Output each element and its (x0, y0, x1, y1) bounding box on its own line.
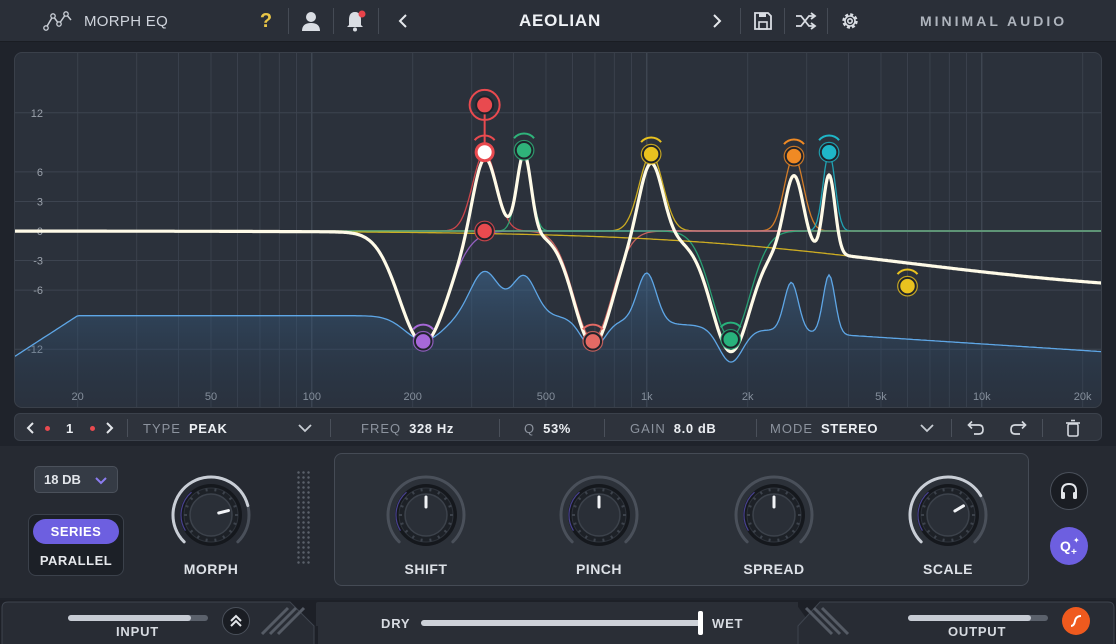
control-panel: 18 DB SERIES PARALLEL MORPH SHIFT PINCH … (0, 446, 1116, 598)
q-value: 53% (543, 420, 571, 436)
db-tick-label: 12 (31, 108, 43, 120)
routing-toggle: SERIES PARALLEL (28, 514, 124, 576)
type-value: PEAK (188, 420, 228, 436)
band-node-6[interactable] (412, 323, 434, 352)
band-node-8[interactable] (719, 321, 742, 350)
slope-value: 18 DB (44, 472, 81, 487)
user-icon[interactable] (298, 0, 324, 42)
band-number[interactable]: 1 (66, 414, 74, 442)
db-tick-label: 6 (37, 167, 43, 179)
band-node-7[interactable] (582, 323, 604, 352)
mode-dropdown-icon[interactable] (919, 414, 935, 442)
freq-field[interactable]: FREQ 328 Hz (361, 414, 454, 442)
spread-label: SPREAD (743, 561, 805, 577)
output-label: OUTPUT (948, 624, 1007, 639)
morph-knob-panel: SHIFT PINCH SPREAD SCALE (334, 453, 1029, 586)
next-preset-icon[interactable] (706, 0, 728, 42)
type-dropdown-icon[interactable] (297, 414, 313, 442)
clipper-icon[interactable] (1062, 607, 1090, 635)
input-label: INPUT (116, 624, 159, 639)
dry-label: DRY (381, 616, 411, 631)
dry-wet-handle[interactable] (698, 611, 703, 635)
top-bar: MORPH EQ ? AEOLIAN MINIMAL AUDIO (0, 0, 1116, 42)
band-dot-left (45, 414, 50, 442)
gain-label: GAIN (630, 420, 666, 436)
prev-band-icon[interactable] (25, 414, 37, 442)
redo-icon[interactable] (1009, 414, 1029, 442)
q-plus-icon[interactable]: Q + ✦ (1050, 527, 1088, 565)
collapse-up-icon[interactable] (222, 607, 250, 635)
morph-knob[interactable] (168, 472, 254, 563)
scale-label: SCALE (923, 561, 973, 577)
eq-logo-icon (42, 0, 74, 42)
input-meter-fill (68, 615, 192, 621)
band-parameter-bar: 1 TYPE PEAK FREQ 328 Hz Q 53% GAIN 8.0 d… (14, 413, 1102, 441)
q-field[interactable]: Q 53% (524, 414, 571, 442)
parallel-button[interactable]: PARALLEL (33, 548, 119, 573)
shuffle-icon[interactable] (793, 0, 819, 42)
dry-wet-fill (421, 620, 703, 626)
svg-text:Q: Q (1060, 538, 1071, 554)
eq-display[interactable]: 12630-3-6-12 20501002005001k2k5k10k20k (14, 52, 1102, 408)
bottom-bar: INPUT DRY WET OUTPUT (0, 600, 1116, 644)
input-meter[interactable] (68, 615, 208, 621)
output-meter[interactable] (908, 615, 1048, 621)
prev-preset-icon[interactable] (392, 0, 414, 42)
wet-label: WET (712, 616, 744, 631)
pinch-knob[interactable] (556, 472, 642, 563)
band-node-5[interactable] (818, 134, 840, 163)
help-icon[interactable]: ? (255, 0, 277, 42)
gain-field[interactable]: GAIN 8.0 dB (630, 414, 716, 442)
band-node-1-base[interactable] (474, 220, 496, 242)
shift-label: SHIFT (404, 561, 448, 577)
dry-wet-slider[interactable] (421, 611, 703, 635)
delete-band-icon[interactable] (1065, 414, 1081, 442)
scale-knob[interactable] (905, 472, 991, 563)
morph-label: MORPH (183, 561, 239, 577)
undo-icon[interactable] (965, 414, 985, 442)
svg-text:✦: ✦ (1073, 536, 1080, 545)
gain-value: 8.0 dB (673, 420, 717, 436)
slope-select[interactable]: 18 DB (34, 466, 118, 493)
db-tick-label: -6 (33, 285, 43, 297)
freq-label: FREQ (361, 420, 402, 436)
plugin-name: MORPH EQ (84, 12, 169, 30)
next-band-icon[interactable] (103, 414, 115, 442)
pinch-label: PINCH (575, 561, 623, 577)
band-node-3[interactable] (640, 136, 662, 165)
band-dot-right (90, 414, 95, 442)
series-button[interactable]: SERIES (33, 519, 119, 544)
preset-name[interactable]: AEOLIAN (440, 0, 680, 42)
shift-knob[interactable] (383, 472, 469, 563)
svg-text:+: + (1071, 547, 1077, 557)
band-node-2[interactable] (513, 132, 535, 161)
output-meter-fill (908, 615, 1032, 621)
db-tick-label: -3 (33, 256, 43, 268)
save-icon[interactable] (750, 0, 776, 42)
mode-value: STEREO (821, 420, 879, 436)
bell-icon[interactable] (342, 0, 368, 42)
panel-drag-handle[interactable] (296, 470, 312, 566)
db-tick-label: 3 (37, 196, 43, 208)
type-field[interactable]: TYPE PEAK (143, 414, 228, 442)
settings-icon[interactable] (837, 0, 863, 42)
brand-logo: MINIMAL AUDIO (920, 13, 1068, 29)
eq-graph[interactable]: 12630-3-6-12 20501002005001k2k5k10k20k (15, 53, 1102, 408)
spread-knob[interactable] (731, 472, 817, 563)
band-node-1-selected[interactable] (468, 88, 501, 163)
mode-field[interactable]: MODE STEREO (770, 414, 878, 442)
slope-dropdown-icon (95, 477, 107, 485)
notification-dot (358, 10, 366, 18)
headphones-icon[interactable] (1050, 472, 1088, 510)
mode-label: MODE (770, 420, 813, 436)
freq-value: 328 Hz (409, 420, 454, 436)
band-node-4[interactable] (783, 138, 805, 167)
q-label: Q (524, 420, 536, 436)
type-label: TYPE (143, 420, 181, 436)
